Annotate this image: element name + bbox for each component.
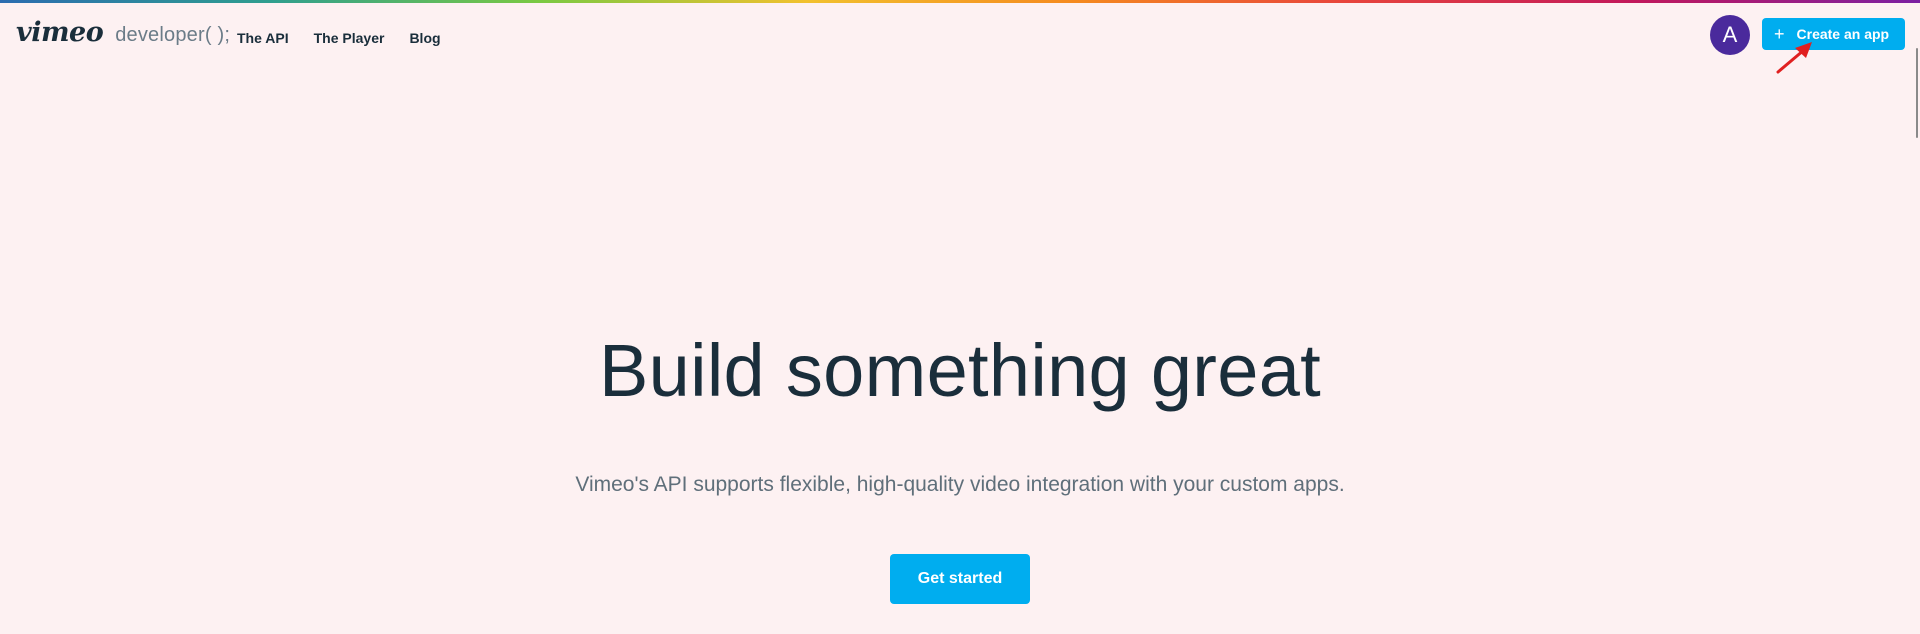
get-started-label: Get started — [917, 570, 1003, 587]
get-started-button[interactable]: Get started — [890, 554, 1030, 604]
brand[interactable]: vimeo developer( ); — [16, 17, 230, 48]
avatar-initial: A — [1722, 22, 1738, 47]
nav-link-blog[interactable]: Blog — [409, 30, 440, 46]
nav-link-the-api[interactable]: The API — [237, 30, 289, 46]
hero-subtitle: Vimeo's API supports flexible, high-qual… — [575, 473, 1345, 496]
nav-link-the-player[interactable]: The Player — [314, 30, 385, 46]
page-scrollbar[interactable] — [1916, 48, 1918, 138]
user-avatar[interactable]: A — [1710, 15, 1750, 55]
top-navigation: vimeo developer( ); The API The Player B… — [0, 3, 1920, 69]
vimeo-logo[interactable]: vimeo — [16, 17, 104, 48]
main-nav: The API The Player Blog — [237, 30, 441, 46]
hero-title: Build something great — [598, 329, 1322, 412]
red-arrow-icon — [1776, 42, 1812, 74]
brand-suffix: developer( ); — [115, 24, 231, 46]
